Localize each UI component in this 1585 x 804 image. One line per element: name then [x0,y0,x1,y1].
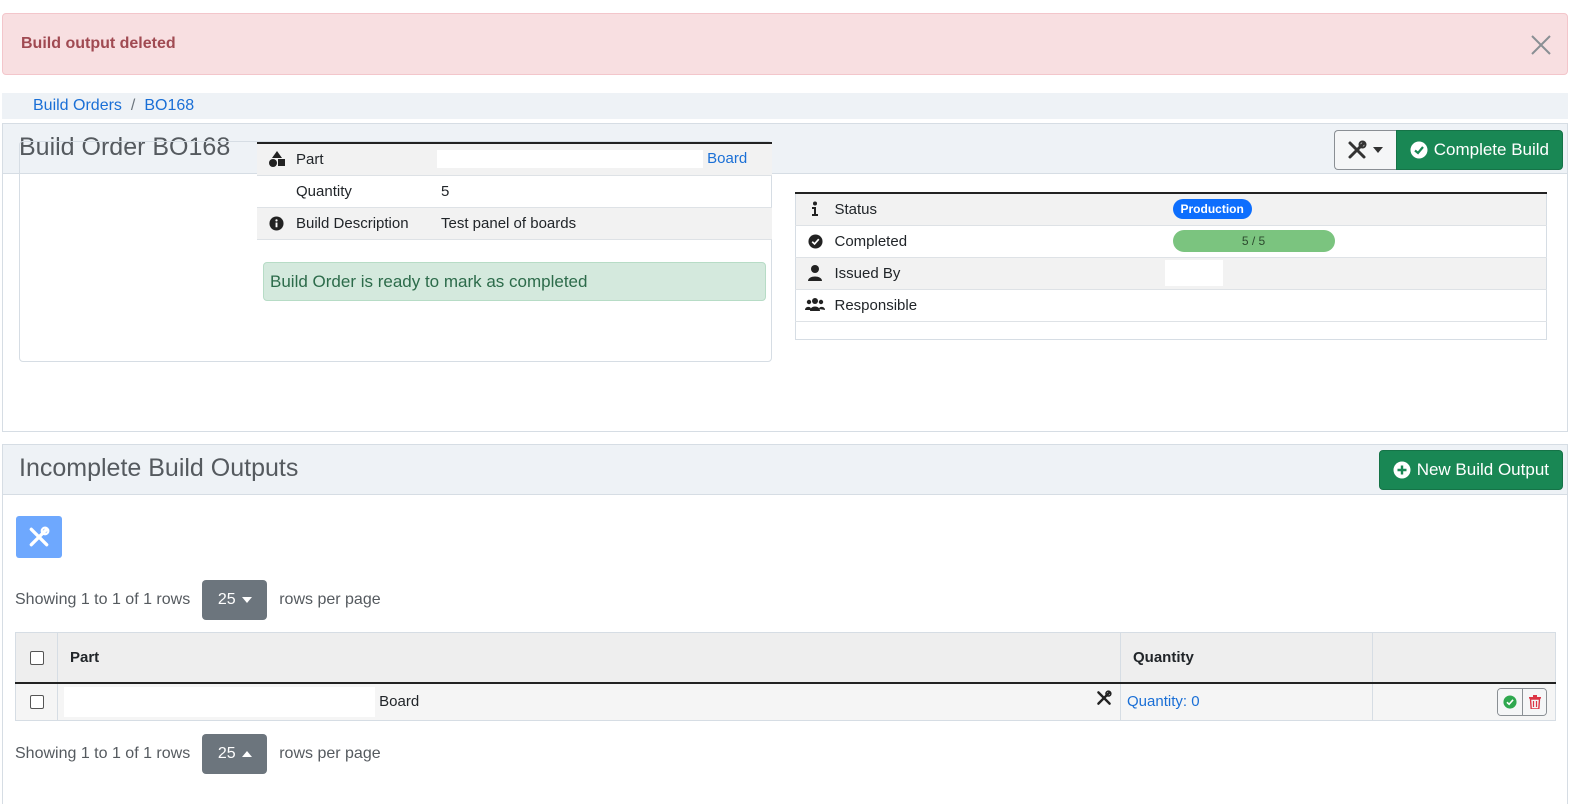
responsible-label: Responsible [834,296,918,314]
detail-row-quantity: Quantity 5 [257,175,772,207]
completed-label: Completed [834,232,908,250]
row-select-cell [15,682,58,721]
select-all-cell [15,632,58,684]
tools-icon [29,526,50,547]
column-header-actions [1372,632,1556,684]
breadcrumb: Build Orders / BO168 [2,93,1568,119]
build-details-table: Part Board Quantity 5 Build Description [257,142,772,240]
column-header-quantity[interactable]: Quantity [1120,632,1373,684]
alert-message: Build output deleted [21,35,176,52]
info-icon [812,201,819,217]
new-build-output-button[interactable]: New Build Output [1378,450,1563,490]
complete-output-button[interactable] [1498,688,1522,715]
completed-progress: 5 / 5 [1172,230,1335,252]
build-details-card: Part Board Quantity 5 Build Description [19,141,772,362]
pager-bottom: Showing 1 to 1 of 1 rows 25 rows per pag… [15,734,381,774]
status-table-spacer [795,321,1547,339]
check-circle-icon [1410,141,1428,159]
trash-icon [1528,694,1541,709]
build-outputs-table: Part Quantity Board Quantity: 0 [15,632,1556,721]
build-outputs-panel: Incomplete Build Outputs New Build Outpu… [2,444,1568,804]
part-image-placeholder [437,150,703,169]
page-size-dropup[interactable]: 25 [202,734,268,774]
check-circle-icon [1503,695,1517,709]
users-icon [805,298,826,311]
user-icon [808,265,823,281]
build-status-table: Status Production Completed 5 / 5 Issued… [795,192,1547,340]
shapes-icon [268,151,285,168]
row-quantity-link[interactable]: Quantity: 0 [1127,693,1200,710]
status-label: Status [834,200,878,218]
issued-row: Issued By [795,257,1547,289]
detail-row-description: Build Description Test panel of boards [257,207,772,239]
outputs-title: Incomplete Build Outputs [19,454,299,482]
plus-circle-icon [1393,461,1411,479]
issued-by-value [1164,260,1223,286]
rows-per-page-label: rows per page [279,591,381,608]
complete-build-button[interactable]: Complete Build [1395,130,1563,170]
build-tools-dropdown[interactable] [1333,130,1396,170]
breadcrumb-separator: / [130,97,136,114]
build-actions: Complete Build [1333,130,1563,170]
row-part-name: Board [379,692,420,710]
status-badge: Production [1172,199,1252,220]
row-quantity-cell: Quantity: 0 [1120,682,1373,721]
ready-message: Build Order is ready to mark as complete… [263,262,766,301]
tools-icon [1348,140,1367,159]
caret-down-icon [1373,147,1384,153]
page-size-dropdown[interactable]: 25 [202,580,268,620]
status-row: Status Production [795,193,1547,225]
row-part-cell: Board [57,682,1121,721]
check-circle-icon [808,233,823,249]
part-thumbnail-placeholder [64,686,375,717]
complete-build-label: Complete Build [1433,140,1549,159]
breadcrumb-bo168[interactable]: BO168 [144,97,194,115]
caret-down-icon [241,597,252,603]
breadcrumb-build-orders[interactable]: Build Orders [33,97,122,115]
caret-up-icon [241,751,252,757]
detail-row-part: Part Board [257,143,772,175]
pager-summary-bottom: Showing 1 to 1 of 1 rows [15,745,191,762]
row-actions-cell [1372,682,1556,721]
quantity-value: 5 [441,182,450,200]
row-checkbox[interactable] [29,695,44,710]
table-row: Board Quantity: 0 [15,682,1556,721]
new-build-output-label: New Build Output [1416,460,1549,479]
pager-top: Showing 1 to 1 of 1 rows 25 rows per pag… [15,580,381,620]
rows-per-page-label-bottom: rows per page [279,745,381,762]
select-all-checkbox[interactable] [29,650,44,665]
issued-by-label: Issued By [834,264,901,282]
close-icon[interactable] [1529,33,1553,57]
pager-summary: Showing 1 to 1 of 1 rows [15,591,191,608]
completed-row: Completed 5 / 5 [795,225,1547,257]
row-actions-group [1497,687,1547,716]
alert-banner: Build output deleted [2,13,1568,75]
description-label: Build Description [296,214,409,232]
quantity-label: Quantity [296,182,352,200]
column-header-part[interactable]: Part [57,632,1121,684]
page-size-value: 25 [217,591,236,608]
output-tools-button[interactable] [16,516,62,558]
delete-output-button[interactable] [1522,688,1546,715]
page-size-value-bottom: 25 [217,745,236,762]
part-label: Part [296,150,324,168]
description-value: Test panel of boards [441,214,577,232]
part-link[interactable]: Board [707,150,747,167]
responsible-row: Responsible [795,289,1547,321]
build-outputs-header: Incomplete Build Outputs New Build Outpu… [3,445,1567,495]
table-header-row: Part Quantity [15,632,1556,684]
info-circle-icon [269,215,284,231]
tools-icon [1097,689,1112,705]
